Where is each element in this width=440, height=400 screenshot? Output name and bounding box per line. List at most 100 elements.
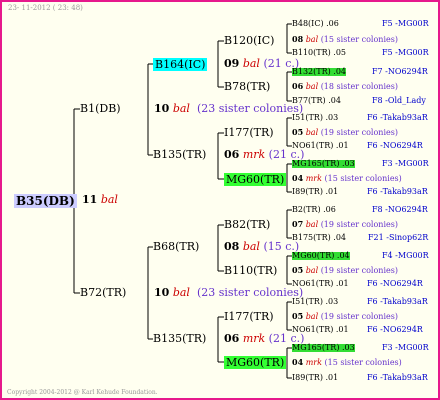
gen4-row-7-line: F3 -MG00R	[382, 159, 429, 168]
gen4-row-9[interactable]: B2(TR) .06	[292, 206, 336, 214]
colony-word: bal	[305, 220, 319, 229]
gen4-row-6[interactable]: NO61(TR) .01	[292, 142, 349, 150]
gen4-label: B2(TR)	[292, 205, 321, 214]
colony-word: mrk	[305, 174, 322, 183]
colony-word: bal	[305, 82, 319, 91]
gen4-row-2[interactable]: B110(TR) .05	[292, 49, 346, 57]
gen2-node-3-label[interactable]: B68(TR)	[153, 241, 199, 252]
colony-number: 10	[154, 286, 170, 299]
gen4-row-2-line: F5 -MG00R	[382, 48, 429, 57]
colony-word: bal	[100, 193, 118, 206]
gen4-row-10[interactable]: B175(TR) .04	[292, 234, 346, 242]
gen4-row-6-line: F6 -NO6294R	[367, 141, 423, 150]
gen4-row-5-line: F6 -Takab93aR	[367, 113, 428, 122]
colony-word: bal	[305, 128, 319, 137]
gen4-row-9-line: F8 -NO6294R	[372, 205, 428, 214]
gen4-value: .01	[325, 373, 339, 382]
gen4-row-1[interactable]: B48(IC) .06	[292, 20, 339, 28]
gen4-value: .04	[333, 233, 347, 242]
gen4-row-13[interactable]: I51(TR) .03	[292, 298, 338, 306]
colony-number: 11	[82, 193, 98, 206]
gen4-row-15[interactable]: MG165(TR) .03	[292, 344, 355, 352]
colony-number: 08	[224, 240, 240, 253]
gen3-node-2-colony-info: 06 bal (18 sister colonies)	[292, 82, 398, 91]
gen3-node-8-colony-info: 04 mrk (15 sister colonies)	[292, 358, 402, 367]
colony-number: 10	[154, 102, 170, 115]
gen4-label: NO61(TR)	[292, 325, 334, 334]
gen2-node-2-label[interactable]: B135(TR)	[153, 149, 206, 160]
gen3-node-4-colony-info: 04 mrk (15 sister colonies)	[292, 174, 402, 183]
gen4-value: .03	[342, 343, 355, 352]
gen4-label: B175(TR)	[292, 233, 331, 242]
gen4-label: NO61(TR)	[292, 279, 334, 288]
gen2-node-1-colony-info: 09 bal (21 c.)	[224, 58, 299, 69]
copyright-text: Copyright 2004-2012 @ Karl Kehude Founda…	[7, 389, 158, 396]
sister-colonies: (15 sister colonies)	[324, 358, 402, 367]
gen4-value: .04	[328, 96, 341, 105]
gen3-node-5-colony-info: 07 bal (19 sister colonies)	[292, 220, 398, 229]
gen3-node-6-colony-info: 05 bal (19 sister colonies)	[292, 266, 398, 275]
root-queen-label[interactable]: B35(DB)	[14, 194, 77, 208]
gen4-row-7[interactable]: MG165(TR) .03	[292, 160, 355, 168]
colony-word: bal	[305, 312, 319, 321]
gen2-node-1-label[interactable]: B164(IC)	[153, 58, 208, 71]
gen1-dam-label[interactable]: B72(TR)	[80, 287, 126, 298]
gen4-row-8[interactable]: I89(TR) .01	[292, 188, 338, 196]
gen4-label: I89(TR)	[292, 373, 323, 382]
colony-word: bal	[172, 286, 190, 299]
gen3-node-5-label[interactable]: B82(TR)	[224, 219, 270, 230]
gen3-node-4-label[interactable]: MG60(TR)	[224, 173, 287, 186]
colony-number: 06	[224, 148, 240, 161]
gen3-node-3-colony-info: 05 bal (19 sister colonies)	[292, 128, 398, 137]
sister-colonies: (15 sister colonies)	[320, 35, 398, 44]
colony-number: 09	[224, 57, 240, 70]
gen4-row-5[interactable]: I51(TR) .03	[292, 114, 338, 122]
gen4-row-12[interactable]: NO61(TR) .01	[292, 280, 349, 288]
colony-number: 08	[292, 34, 304, 44]
sister-colonies: (19 sister colonies)	[320, 266, 398, 275]
sister-colonies: (23 sister colonies)	[196, 102, 304, 115]
gen4-value: .06	[323, 205, 336, 214]
gen3-node-3-label[interactable]: I177(TR)	[224, 127, 274, 138]
gen2-node-4-label[interactable]: B135(TR)	[153, 333, 206, 344]
colony-number: 05	[292, 127, 304, 137]
gen4-value: .04	[333, 67, 347, 76]
gen4-row-12-line: F6 -NO6294R	[367, 279, 423, 288]
gen4-label: B110(TR)	[292, 48, 331, 57]
gen4-row-3-line: F7 -NO6294R	[372, 67, 428, 76]
gen4-row-16[interactable]: I89(TR) .01	[292, 374, 338, 382]
gen4-row-14[interactable]: NO61(TR) .01	[292, 326, 349, 334]
gen4-value: .03	[325, 113, 339, 122]
gen3-node-8-label[interactable]: MG60(TR)	[224, 356, 287, 369]
gen3-node-6-label[interactable]: B110(TR)	[224, 265, 277, 276]
gen3-node-1-label[interactable]: B120(IC)	[224, 35, 274, 46]
colony-number: 07	[292, 219, 304, 229]
gen4-row-4[interactable]: B77(TR) .04	[292, 97, 341, 105]
gen4-row-11[interactable]: MG60(TR) .04	[292, 252, 350, 260]
gen3-node-7-label[interactable]: I177(TR)	[224, 311, 274, 322]
colony-word: mrk	[242, 332, 266, 345]
gen4-label: MG165(TR)	[292, 159, 340, 168]
gen4-value: .01	[335, 279, 349, 288]
sister-colonies: (23 sister colonies)	[196, 286, 304, 299]
gen3-node-7-colony-info: 05 bal (19 sister colonies)	[292, 312, 398, 321]
gen4-label: B48(IC)	[292, 19, 324, 28]
gen4-label: I89(TR)	[292, 187, 323, 196]
gen3-node-1-colony-info: 08 bal (15 sister colonies)	[292, 35, 398, 44]
colony-number: 06	[224, 332, 240, 345]
gen4-row-10-line: F21 -Sinop62R	[368, 233, 429, 242]
gen4-value: .05	[333, 48, 347, 57]
date-stamp: 23- 11-2012 ( 23: 48)	[8, 4, 83, 12]
gen4-row-14-line: F6 -NO6294R	[367, 325, 423, 334]
gen1-sire-colony-info: 10 bal (23 sister colonies)	[154, 103, 303, 114]
gen3-node-2-label[interactable]: B78(TR)	[224, 81, 270, 92]
gen4-value: .01	[325, 187, 339, 196]
gen1-sire-label[interactable]: B1(DB)	[80, 103, 121, 114]
gen4-value: .01	[335, 141, 349, 150]
gen1-dam-colony-info: 10 bal (23 sister colonies)	[154, 287, 303, 298]
gen4-label: NO61(TR)	[292, 141, 334, 150]
gen4-row-4-line: F8 -Old_Lady	[372, 96, 426, 105]
gen4-row-3[interactable]: B132(TR) .04	[292, 67, 347, 76]
colony-word: bal	[305, 35, 319, 44]
sister-colonies: (15 sister colonies)	[324, 174, 402, 183]
